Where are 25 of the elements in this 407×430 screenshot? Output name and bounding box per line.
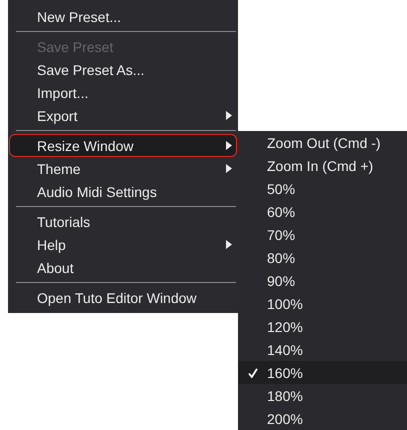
menu-item[interactable]: Resize Window — [9, 134, 237, 157]
menu-item[interactable]: Export — [9, 104, 237, 127]
menu-item[interactable]: Theme — [9, 157, 237, 180]
menu-item[interactable]: Import... — [9, 81, 237, 104]
menu-item[interactable]: 90% — [238, 269, 407, 292]
menu-item[interactable]: 70% — [238, 223, 407, 246]
menu-item[interactable]: Audio Midi Settings — [9, 180, 237, 203]
menu-item[interactable]: 80% — [238, 246, 407, 269]
menu-item[interactable]: 160% — [238, 361, 407, 384]
menu-item[interactable]: New Preset... — [9, 5, 237, 28]
menu-item[interactable]: 180% — [238, 384, 407, 407]
menu-item[interactable]: About — [9, 256, 237, 279]
menu-item[interactable]: Save Preset As... — [9, 58, 237, 81]
menu-item[interactable]: Help — [9, 233, 237, 256]
menu-item[interactable]: Open Tuto Editor Window — [9, 286, 237, 309]
menu-item[interactable]: 120% — [238, 315, 407, 338]
checkmark-icon — [248, 368, 258, 378]
menu-item[interactable]: 50% — [238, 177, 407, 200]
menu-item[interactable]: Zoom In (Cmd +) — [238, 154, 407, 177]
menu-item[interactable]: 60% — [238, 200, 407, 223]
menu-item[interactable]: 100% — [238, 292, 407, 315]
menu-item[interactable]: 140% — [238, 338, 407, 361]
menu-item[interactable]: 200% — [238, 407, 407, 430]
menu-item[interactable]: Zoom Out (Cmd -) — [238, 131, 407, 154]
menu-item[interactable]: Tutorials — [9, 210, 237, 233]
